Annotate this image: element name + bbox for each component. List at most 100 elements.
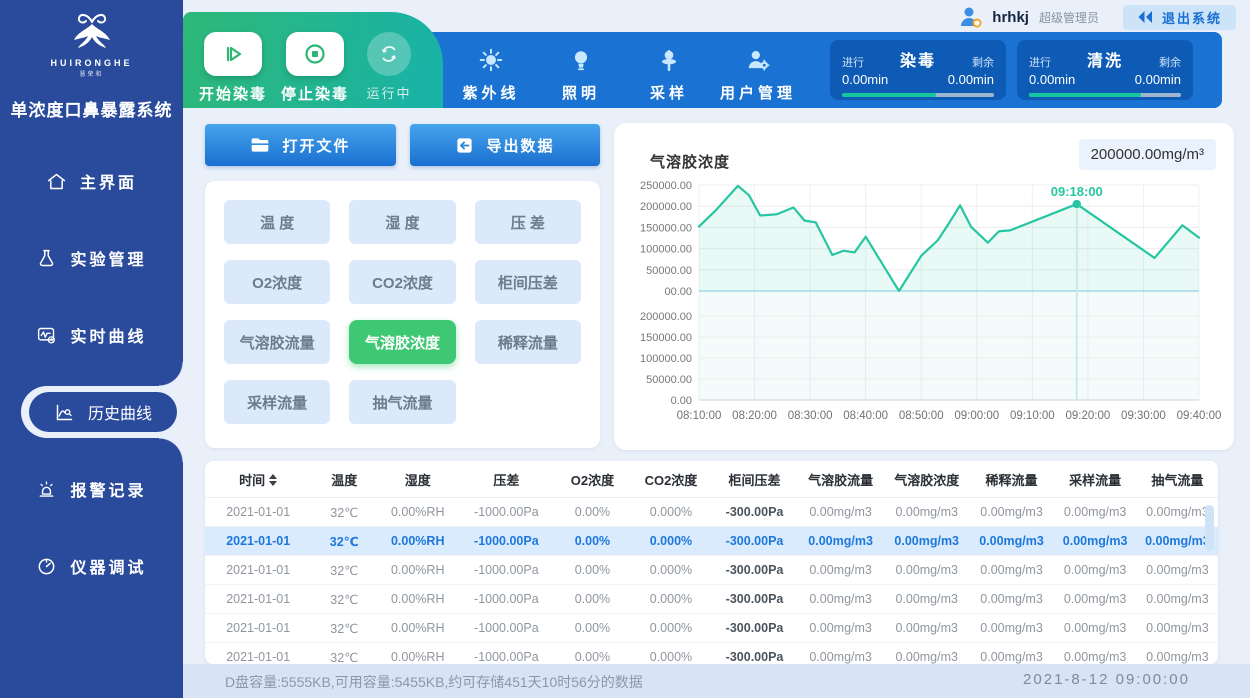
sidebar-item-5[interactable]: 仪器调试	[0, 542, 183, 590]
cell: -300.00Pa	[711, 650, 797, 664]
column-header-6: 柜间压差	[711, 470, 797, 489]
param-button-8[interactable]: 稀释流量	[475, 320, 581, 364]
logout-label: 退出系统	[1162, 8, 1222, 27]
column-header-0[interactable]: 时间	[205, 470, 311, 489]
chart-title: 气溶胶浓度	[650, 151, 730, 172]
param-button-1[interactable]: 湿 度	[349, 200, 455, 244]
user-manage-icon	[744, 47, 772, 73]
column-header-7: 气溶胶流量	[798, 470, 884, 489]
export-icon	[455, 136, 474, 155]
tool-button-2[interactable]: 采样	[621, 44, 717, 103]
sidebar-item-2[interactable]: 实时曲线	[0, 311, 183, 359]
start-poison-button[interactable]	[204, 32, 262, 76]
param-button-5[interactable]: 柜间压差	[475, 260, 581, 304]
column-header-3: 压差	[458, 470, 554, 489]
table-row-1[interactable]: 2021-01-0132℃0.00%RH-1000.00Pa0.00%0.000…	[205, 527, 1218, 556]
app-logo: HUIRONGHE 慧荣和	[0, 10, 183, 78]
sort-icon[interactable]	[269, 474, 277, 486]
table-scrollbar[interactable]	[1205, 505, 1214, 551]
tool-label: 照明	[533, 82, 629, 103]
cell: 32℃	[311, 650, 377, 665]
export-data-button[interactable]: 导出数据	[410, 124, 600, 166]
logo-name: HUIRONGHE	[0, 58, 183, 68]
card-name: 染毒	[900, 47, 936, 71]
param-button-3[interactable]: O2浓度	[224, 260, 330, 304]
export-data-label: 导出数据	[486, 135, 554, 156]
sidebar-item-1[interactable]: 实验管理	[0, 234, 183, 282]
param-button-6[interactable]: 气溶胶流量	[224, 320, 330, 364]
cell: 32℃	[311, 621, 377, 636]
card-remaining-value: 0.00min	[948, 72, 994, 87]
cell: -300.00Pa	[711, 592, 797, 606]
sidebar-item-label: 报警记录	[70, 477, 146, 501]
svg-text:08:30:00: 08:30:00	[788, 410, 833, 422]
cell: 0.00mg/m3	[798, 650, 884, 664]
sidebar-item-label: 主界面	[80, 169, 137, 193]
stop-poison-button[interactable]	[286, 32, 344, 76]
param-button-9[interactable]: 采样流量	[224, 380, 330, 424]
param-button-4[interactable]: CO2浓度	[349, 260, 455, 304]
cell: 0.00mg/m3	[970, 650, 1054, 664]
tool-button-0[interactable]: 紫外线	[443, 44, 539, 103]
table-row-0[interactable]: 2021-01-0132℃0.00%RH-1000.00Pa0.00%0.000…	[205, 498, 1218, 527]
cell: 0.000%	[630, 592, 711, 606]
param-button-0[interactable]: 温 度	[224, 200, 330, 244]
cell: -1000.00Pa	[458, 621, 554, 635]
sidebar-item-4[interactable]: 报警记录	[0, 465, 183, 513]
cell: 0.00%RH	[377, 621, 458, 635]
cell: 0.00%RH	[377, 534, 458, 548]
running-refresh-icon	[378, 43, 400, 65]
cell: 0.000%	[630, 621, 711, 635]
cell: 0.00mg/m3	[1137, 650, 1218, 664]
svg-text:08:40:00: 08:40:00	[843, 410, 888, 422]
tool-button-1[interactable]: 照明	[533, 44, 629, 103]
poison-progress-card: 进行 染毒 剩余 0.00min 0.00min	[830, 40, 1006, 100]
cell: 0.00%	[554, 621, 630, 635]
cell: 0.00mg/m3	[884, 621, 970, 635]
svg-text:50000.00: 50000.00	[646, 265, 692, 277]
svg-text:09:10:00: 09:10:00	[1010, 410, 1055, 422]
user-header: hrhkj 超级管理员 退出系统	[958, 3, 1236, 31]
aerosol-concentration-chart[interactable]: 08:10:0008:20:0008:30:0008:40:0008:50:00…	[624, 171, 1224, 433]
param-button-7[interactable]: 气溶胶浓度	[349, 320, 455, 364]
cell: -1000.00Pa	[458, 534, 554, 548]
chart-current-value: 200000.00mg/m³	[1079, 139, 1216, 170]
svg-text:08:20:00: 08:20:00	[732, 410, 777, 422]
history-data-table: 时间温度湿度压差O2浓度CO2浓度柜间压差气溶胶流量气溶胶浓度稀释流量采样流量抽…	[205, 461, 1218, 664]
sidebar-item-0[interactable]: 主界面	[0, 157, 183, 205]
card-remain-label: 剩余	[972, 54, 994, 70]
cell: 0.00mg/m3	[884, 563, 970, 577]
cell: 0.00mg/m3	[1053, 563, 1137, 577]
card-elapsed-value: 0.00min	[842, 72, 888, 87]
tool-label: 用户管理	[710, 82, 806, 103]
start-poison-label: 开始染毒	[193, 83, 273, 104]
cell: 0.00%RH	[377, 563, 458, 577]
avatar	[958, 4, 984, 30]
open-file-button[interactable]: 打开文件	[205, 124, 396, 166]
folder-icon	[250, 136, 270, 154]
cell: -300.00Pa	[711, 563, 797, 577]
alarm-icon	[36, 479, 57, 500]
svg-text:09:30:00: 09:30:00	[1121, 410, 1166, 422]
svg-text:08:50:00: 08:50:00	[899, 410, 944, 422]
sidebar: HUIRONGHE 慧荣和 单浓度口鼻暴露系统 主界面实验管理实时曲线报警记录仪…	[0, 0, 183, 698]
stop-poison-label: 停止染毒	[275, 83, 355, 104]
param-button-2[interactable]: 压 差	[475, 200, 581, 244]
tool-button-3[interactable]: 用户管理	[710, 44, 806, 103]
table-row-3[interactable]: 2021-01-0132℃0.00%RH-1000.00Pa0.00%0.000…	[205, 585, 1218, 614]
cell: 2021-01-01	[205, 621, 311, 635]
svg-text:50000.00: 50000.00	[646, 374, 692, 386]
cell: 2021-01-01	[205, 534, 311, 548]
cell: -300.00Pa	[711, 505, 797, 519]
exit-arrows-icon	[1137, 10, 1155, 24]
table-row-4[interactable]: 2021-01-0132℃0.00%RH-1000.00Pa0.00%0.000…	[205, 614, 1218, 643]
column-header-2: 湿度	[377, 470, 458, 489]
param-button-10[interactable]: 抽气流量	[349, 380, 455, 424]
table-row-5[interactable]: 2021-01-0132℃0.00%RH-1000.00Pa0.00%0.000…	[205, 643, 1218, 664]
sidebar-item-history-curve[interactable]: 历史曲线	[29, 392, 177, 432]
card-remaining-value: 0.00min	[1135, 72, 1181, 87]
table-row-2[interactable]: 2021-01-0132℃0.00%RH-1000.00Pa0.00%0.000…	[205, 556, 1218, 585]
logout-button[interactable]: 退出系统	[1123, 5, 1236, 30]
running-status-button[interactable]	[367, 32, 411, 76]
cell: 0.00%	[554, 563, 630, 577]
